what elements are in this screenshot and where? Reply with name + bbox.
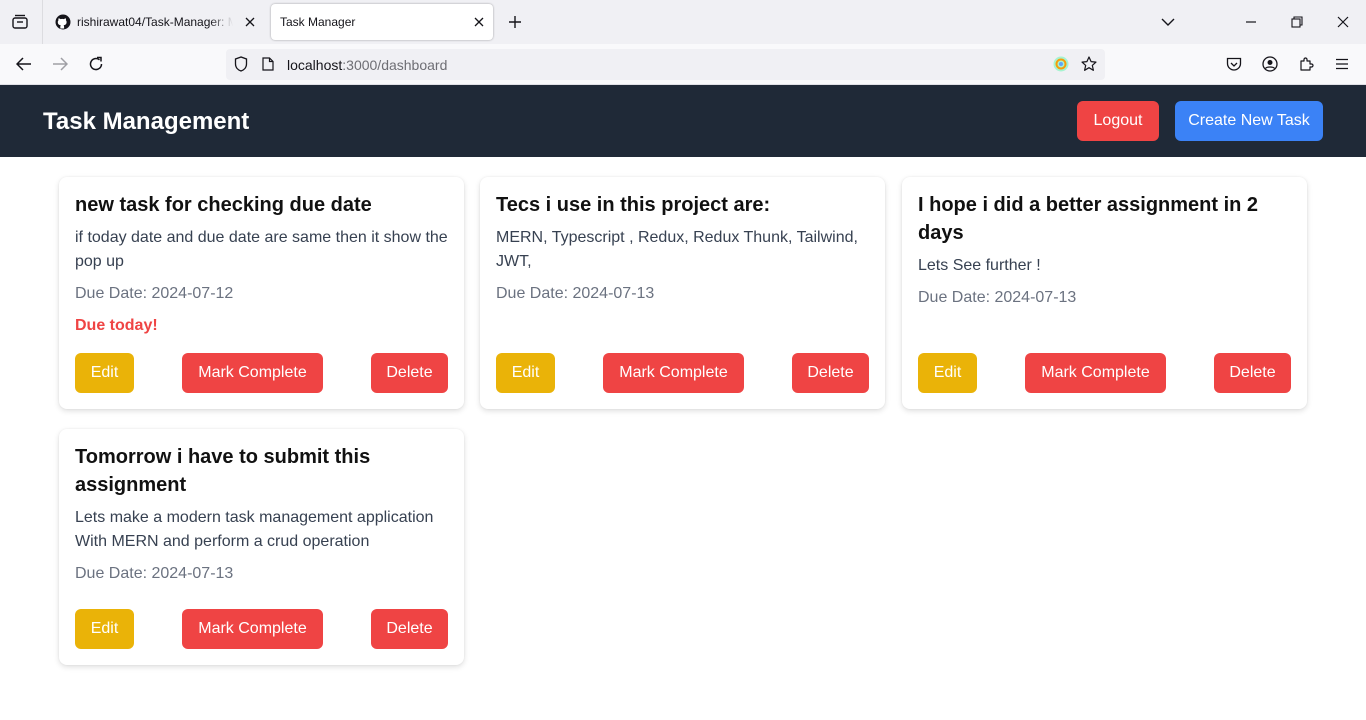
page-icon[interactable] bbox=[259, 55, 277, 73]
close-window-icon[interactable] bbox=[1333, 12, 1353, 32]
edit-button[interactable]: Edit bbox=[75, 353, 134, 393]
shield-icon[interactable] bbox=[232, 55, 250, 73]
url-host: localhost bbox=[287, 57, 343, 73]
browser-nav-bar: localhost:3000/dashboard bbox=[0, 44, 1366, 85]
edit-button[interactable]: Edit bbox=[496, 353, 555, 393]
extension-color-icon[interactable] bbox=[1052, 55, 1070, 73]
task-card: Tomorrow i have to submit this assignmen… bbox=[59, 429, 464, 665]
task-title: new task for checking due date bbox=[75, 194, 372, 216]
task-card: I hope i did a better assignment in 2 da… bbox=[902, 177, 1307, 409]
mark-complete-button[interactable]: Mark Complete bbox=[603, 353, 744, 393]
mark-complete-button[interactable]: Mark Complete bbox=[1025, 353, 1166, 393]
delete-button[interactable]: Delete bbox=[371, 609, 448, 649]
task-title: I hope i did a better assignment in 2 da… bbox=[918, 194, 1259, 244]
menu-icon[interactable] bbox=[1332, 54, 1352, 74]
browser-tab-bar: rishirawat04/Task-Manager: MERN Task Man… bbox=[0, 0, 1366, 44]
list-tabs-icon[interactable] bbox=[1158, 12, 1178, 32]
app-header: Task Management Logout Create New Task bbox=[0, 85, 1366, 157]
minimize-icon[interactable] bbox=[1241, 12, 1261, 32]
task-description: Lets See further ! bbox=[918, 257, 1041, 274]
tab-title: Task Manager bbox=[280, 15, 356, 29]
task-due-date: Due Date: 2024-07-13 bbox=[918, 289, 1077, 306]
url-path: :3000/dashboard bbox=[342, 57, 448, 73]
delete-button[interactable]: Delete bbox=[371, 353, 448, 393]
tab-title: rishirawat04/Task-Manager: MERN bbox=[77, 15, 233, 29]
task-card: Tecs i use in this project are: MERN, Ty… bbox=[480, 177, 885, 409]
browser-tab-task-manager[interactable]: Task Manager bbox=[271, 4, 493, 40]
task-due-date: Due Date: 2024-07-13 bbox=[75, 565, 234, 582]
address-bar[interactable]: localhost:3000/dashboard bbox=[226, 49, 1105, 80]
mark-complete-button[interactable]: Mark Complete bbox=[182, 609, 323, 649]
new-tab-icon[interactable] bbox=[505, 12, 525, 32]
task-card: new task for checking due date if today … bbox=[59, 177, 464, 409]
url-text[interactable]: localhost:3000/dashboard bbox=[287, 57, 447, 73]
reload-icon[interactable] bbox=[86, 54, 106, 74]
delete-button[interactable]: Delete bbox=[1214, 353, 1291, 393]
close-tab-icon[interactable] bbox=[471, 14, 487, 30]
close-tab-icon[interactable] bbox=[242, 14, 258, 30]
task-description: Lets make a modern task management appli… bbox=[75, 509, 434, 550]
due-today-alert: Due today! bbox=[75, 317, 158, 334]
edit-button[interactable]: Edit bbox=[918, 353, 977, 393]
create-new-task-button[interactable]: Create New Task bbox=[1175, 101, 1323, 141]
github-icon bbox=[55, 14, 71, 30]
task-description: MERN, Typescript , Redux, Redux Thunk, T… bbox=[496, 229, 858, 270]
mark-complete-button[interactable]: Mark Complete bbox=[182, 353, 323, 393]
tab-overview-icon[interactable] bbox=[9, 12, 31, 32]
task-title: Tecs i use in this project are: bbox=[496, 194, 771, 216]
bookmark-star-icon[interactable] bbox=[1080, 55, 1098, 73]
task-title: Tomorrow i have to submit this assignmen… bbox=[75, 446, 371, 496]
browser-tab-github[interactable]: rishirawat04/Task-Manager: MERN bbox=[46, 4, 264, 40]
pocket-icon[interactable] bbox=[1224, 54, 1244, 74]
tab-separator bbox=[42, 0, 43, 44]
extensions-icon[interactable] bbox=[1296, 54, 1316, 74]
task-due-date: Due Date: 2024-07-13 bbox=[496, 285, 655, 302]
delete-button[interactable]: Delete bbox=[792, 353, 869, 393]
task-description: if today date and due date are same then… bbox=[75, 229, 448, 270]
logout-button[interactable]: Logout bbox=[1077, 101, 1159, 141]
forward-icon[interactable] bbox=[50, 54, 70, 74]
account-icon[interactable] bbox=[1260, 54, 1280, 74]
page-title: Task Management bbox=[43, 108, 250, 135]
back-icon[interactable] bbox=[14, 54, 34, 74]
edit-button[interactable]: Edit bbox=[75, 609, 134, 649]
restore-icon[interactable] bbox=[1287, 12, 1307, 32]
task-due-date: Due Date: 2024-07-12 bbox=[75, 285, 234, 302]
